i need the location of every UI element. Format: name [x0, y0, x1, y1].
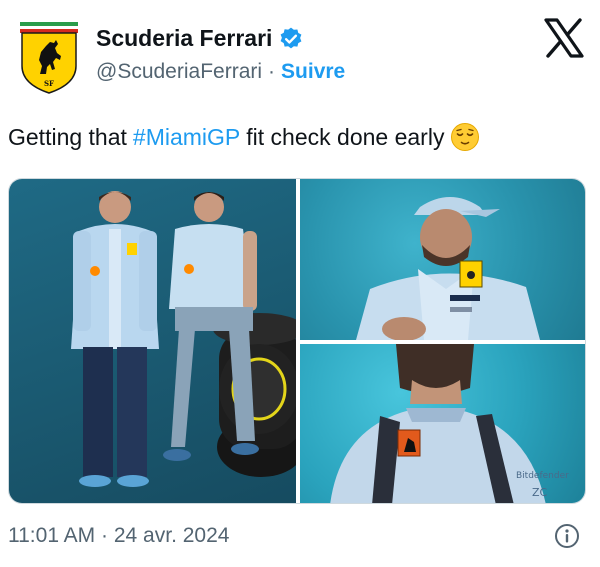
driver-back-illustration: Bitdefender ZC — [330, 344, 569, 503]
author-handle[interactable]: @ScuderiaFerrari — [96, 60, 262, 84]
relieved-face-emoji-icon — [451, 123, 480, 151]
driver-cap-illustration — [356, 197, 540, 340]
tweet-text: Getting that #MiamiGP fit check done ear… — [8, 122, 480, 152]
tweet-date: 24 avr. 2024 — [113, 524, 230, 547]
ferrari-logo[interactable]: SF — [20, 22, 78, 94]
handle-separator: · — [268, 60, 276, 83]
author-block: Scuderia Ferrari @ScuderiaFerrari · Suiv… — [96, 25, 345, 84]
media-grid: Bitdefender ZC — [8, 178, 586, 504]
photo-driver-cap[interactable] — [300, 179, 585, 340]
verified-badge-icon — [281, 27, 302, 48]
tweet-time: 11:01 AM — [8, 524, 96, 547]
two-drivers-illustration — [71, 191, 296, 487]
info-icon[interactable] — [554, 523, 580, 549]
tweet-text-start: Getting that — [8, 123, 127, 150]
tweet-card: SF Scuderia Ferrari @ScuderiaFerrari · S… — [0, 0, 600, 567]
author-name[interactable]: Scuderia Ferrari — [96, 25, 272, 52]
tweet-timestamp[interactable]: 11:01 AM · 24 avr. 2024 — [8, 524, 229, 548]
svg-text:SF: SF — [44, 79, 54, 88]
zc-lettering: ZC — [532, 486, 548, 499]
follow-button[interactable]: Suivre — [281, 60, 345, 84]
photo-two-drivers[interactable] — [9, 179, 296, 503]
tweet-text-end: fit check done early — [246, 123, 445, 150]
bitdefender-lettering: Bitdefender — [516, 471, 569, 481]
timestamp-separator: · — [101, 524, 109, 547]
photo-driver-back[interactable]: Bitdefender ZC — [300, 344, 585, 503]
hashtag-link[interactable]: #MiamiGP — [133, 124, 240, 151]
x-logo-icon[interactable] — [542, 16, 586, 60]
